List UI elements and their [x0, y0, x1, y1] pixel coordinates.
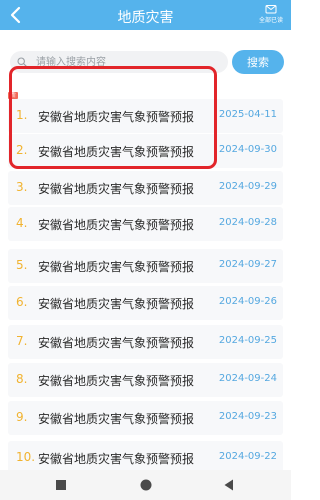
search-bar: 搜索	[0, 30, 291, 80]
item-index: 1.	[16, 108, 28, 122]
list-item[interactable]: 3. 安徽省地质灾害气象预警预报 2024-09-29	[8, 171, 283, 205]
triangle-back-icon[interactable]	[222, 478, 236, 492]
item-date: 2024-09-27	[218, 259, 277, 270]
list-item[interactable]: 4. 安徽省地质灾害气象预警预报 2024-09-28	[8, 207, 283, 241]
item-index: 6.	[16, 295, 28, 309]
item-index: 9.	[16, 410, 28, 424]
item-date: 2024-09-25	[218, 335, 277, 346]
item-date: 2024-09-23	[218, 411, 277, 422]
item-title: 安徽省地质灾害气象预警预报	[38, 218, 195, 232]
item-index: 3.	[16, 180, 28, 194]
item-title: 安徽省地质灾害气象预警预报	[38, 110, 195, 124]
envelope-check-icon	[265, 5, 277, 14]
item-index: 4.	[16, 216, 28, 230]
item-date: 2024-09-28	[218, 217, 277, 228]
item-date: 2024-09-22	[218, 451, 277, 462]
square-recent-icon[interactable]	[54, 478, 68, 492]
system-nav-bar	[0, 470, 291, 500]
list-item[interactable]: 6. 安徽省地质灾害气象预警预报 2024-09-26	[8, 286, 283, 320]
item-date: 2024-09-30	[218, 144, 277, 155]
page-title: 地质灾害	[117, 10, 174, 26]
item-title: 安徽省地质灾害气象预警预报	[38, 182, 195, 196]
item-date: 2025-04-11	[218, 109, 277, 120]
list-item[interactable]: 9. 安徽省地质灾害气象预警预报 2024-09-23	[8, 401, 283, 435]
search-input[interactable]	[10, 51, 228, 73]
item-title: 安徽省地质灾害气象预警预报	[38, 145, 195, 159]
item-title: 安徽省地质灾害气象预警预报	[38, 260, 195, 274]
read-all-label: 全部已读	[258, 17, 283, 24]
list-item[interactable]: 5. 安徽省地质灾害气象预警预报 2024-09-27	[8, 249, 283, 283]
new-badge: 新	[8, 92, 19, 99]
item-index: 7.	[16, 334, 28, 348]
app-header: 地质灾害 全部已读	[0, 0, 291, 30]
item-title: 安徽省地质灾害气象预警预报	[38, 297, 195, 311]
item-title: 安徽省地质灾害气象预警预报	[38, 412, 195, 426]
list-item[interactable]: 7. 安徽省地质灾害气象预警预报 2024-09-25	[8, 325, 283, 359]
item-index: 2.	[16, 143, 28, 157]
list-item[interactable]: 新 1. 安徽省地质灾害气象预警预报 2025-04-11	[8, 92, 283, 133]
circle-home-icon[interactable]	[139, 478, 153, 492]
item-date: 2024-09-29	[218, 181, 277, 192]
search-icon	[17, 57, 27, 67]
item-index: 5.	[16, 258, 28, 272]
search-button[interactable]: 搜索	[232, 50, 284, 74]
item-title: 安徽省地质灾害气象预警预报	[38, 374, 195, 388]
item-date: 2024-09-24	[218, 373, 277, 384]
list-item[interactable]: 2. 安徽省地质灾害气象预警预报 2024-09-30	[8, 134, 283, 168]
read-all-button[interactable]: 全部已读	[255, 3, 287, 29]
item-index: 8.	[16, 372, 28, 386]
item-title: 安徽省地质灾害气象预警预报	[38, 452, 195, 466]
list-item[interactable]: 8. 安徽省地质灾害气象预警预报 2024-09-24	[8, 363, 283, 397]
item-title: 安徽省地质灾害气象预警预报	[38, 336, 195, 350]
item-date: 2024-09-26	[218, 296, 277, 307]
item-index: 10.	[16, 450, 36, 464]
